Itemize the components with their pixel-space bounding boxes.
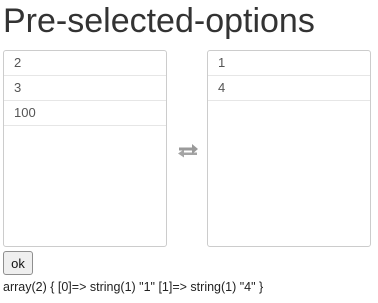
transfer-button[interactable] bbox=[177, 139, 199, 161]
list-item[interactable]: 100 bbox=[4, 101, 166, 126]
var-dump-output: array(2) { [0]=> string(1) "1" [1]=> str… bbox=[3, 280, 264, 294]
list-item[interactable]: 1 bbox=[208, 51, 370, 76]
page: Pre-selected-options 2 3 100 1 4 ok arra… bbox=[0, 0, 378, 303]
list-item[interactable]: 4 bbox=[208, 76, 370, 101]
swap-arrows-icon bbox=[178, 144, 198, 158]
ok-button[interactable]: ok bbox=[3, 251, 33, 275]
page-title: Pre-selected-options bbox=[3, 2, 315, 40]
selected-listbox[interactable]: 1 4 bbox=[207, 50, 371, 247]
source-listbox[interactable]: 2 3 100 bbox=[3, 50, 167, 247]
list-item[interactable]: 3 bbox=[4, 76, 166, 101]
list-item[interactable]: 2 bbox=[4, 51, 166, 76]
